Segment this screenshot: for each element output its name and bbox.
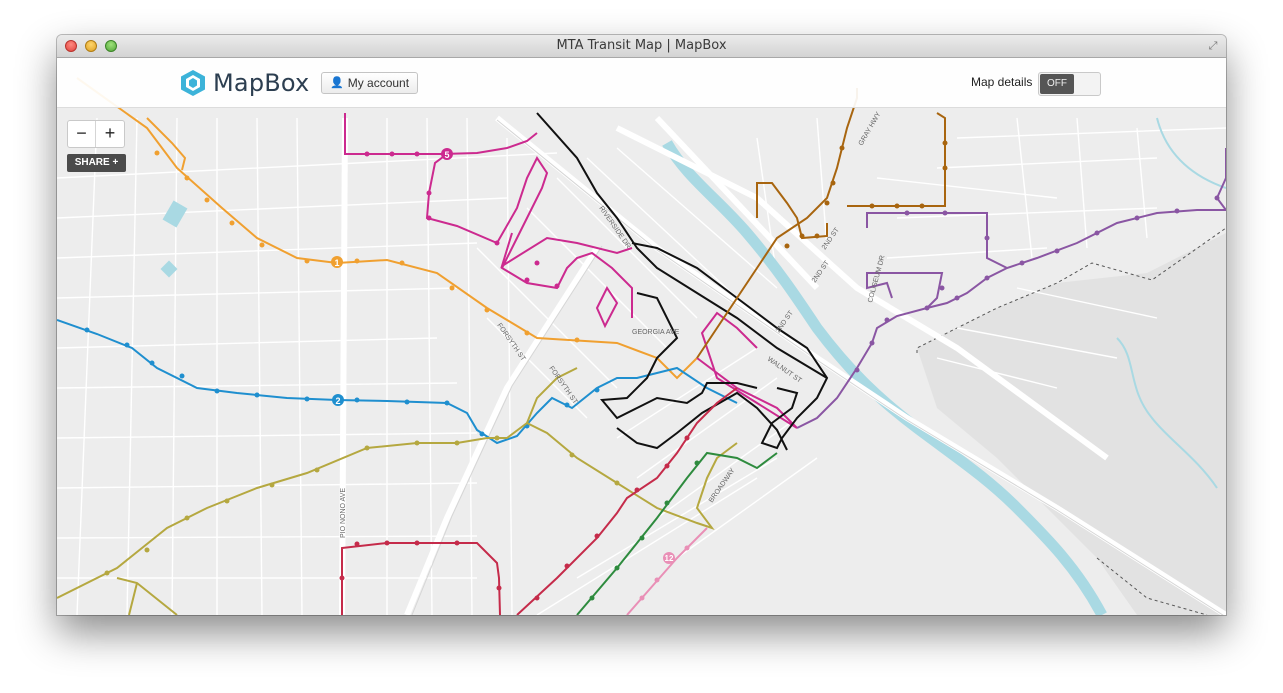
zoom-window-button[interactable] xyxy=(105,40,117,52)
street-label-georgia: GEORGIA AVE xyxy=(632,329,680,336)
zoom-out-button[interactable]: − xyxy=(68,121,97,147)
zoom-in-button[interactable]: + xyxy=(96,121,124,147)
minimize-window-button[interactable] xyxy=(85,40,97,52)
zoom-control: − + xyxy=(67,120,125,148)
map-details-toggle[interactable]: OFF xyxy=(1038,72,1101,96)
share-button[interactable]: SHARE + xyxy=(67,154,126,172)
close-window-button[interactable] xyxy=(65,40,77,52)
route-1-label: 1 xyxy=(334,258,339,268)
header-bar: MapBox 👤 My account Map details OFF xyxy=(57,58,1226,108)
transit-map[interactable]: 1 2 5 12 RIVERSIDE DR GEORGIA AVE FORSYT… xyxy=(57,58,1226,615)
map-content: 1 2 5 12 RIVERSIDE DR GEORGIA AVE FORSYT… xyxy=(57,58,1226,615)
map-details-label: Map details xyxy=(971,75,1033,89)
app-window: MTA Transit Map | MapBox ⤢ 1 2 5 12 RIVE… xyxy=(57,35,1226,615)
user-icon: 👤 xyxy=(330,77,344,89)
title-bar: MTA Transit Map | MapBox ⤢ xyxy=(57,35,1226,58)
route-2-label: 2 xyxy=(335,396,340,406)
fullscreen-icon[interactable]: ⤢ xyxy=(1206,39,1220,53)
my-account-label: My account xyxy=(347,76,410,90)
logo-text: MapBox xyxy=(213,69,310,97)
toggle-off-label: OFF xyxy=(1040,74,1074,94)
route-12-label: 12 xyxy=(665,554,674,563)
my-account-button[interactable]: 👤 My account xyxy=(321,72,419,94)
mapbox-logo[interactable]: MapBox xyxy=(180,69,309,97)
window-title: MTA Transit Map | MapBox xyxy=(556,38,727,53)
street-label-pio-nono: PIO NONO AVE xyxy=(340,488,347,538)
mapbox-logo-icon xyxy=(181,70,205,96)
route-5-label: 5 xyxy=(444,150,449,160)
